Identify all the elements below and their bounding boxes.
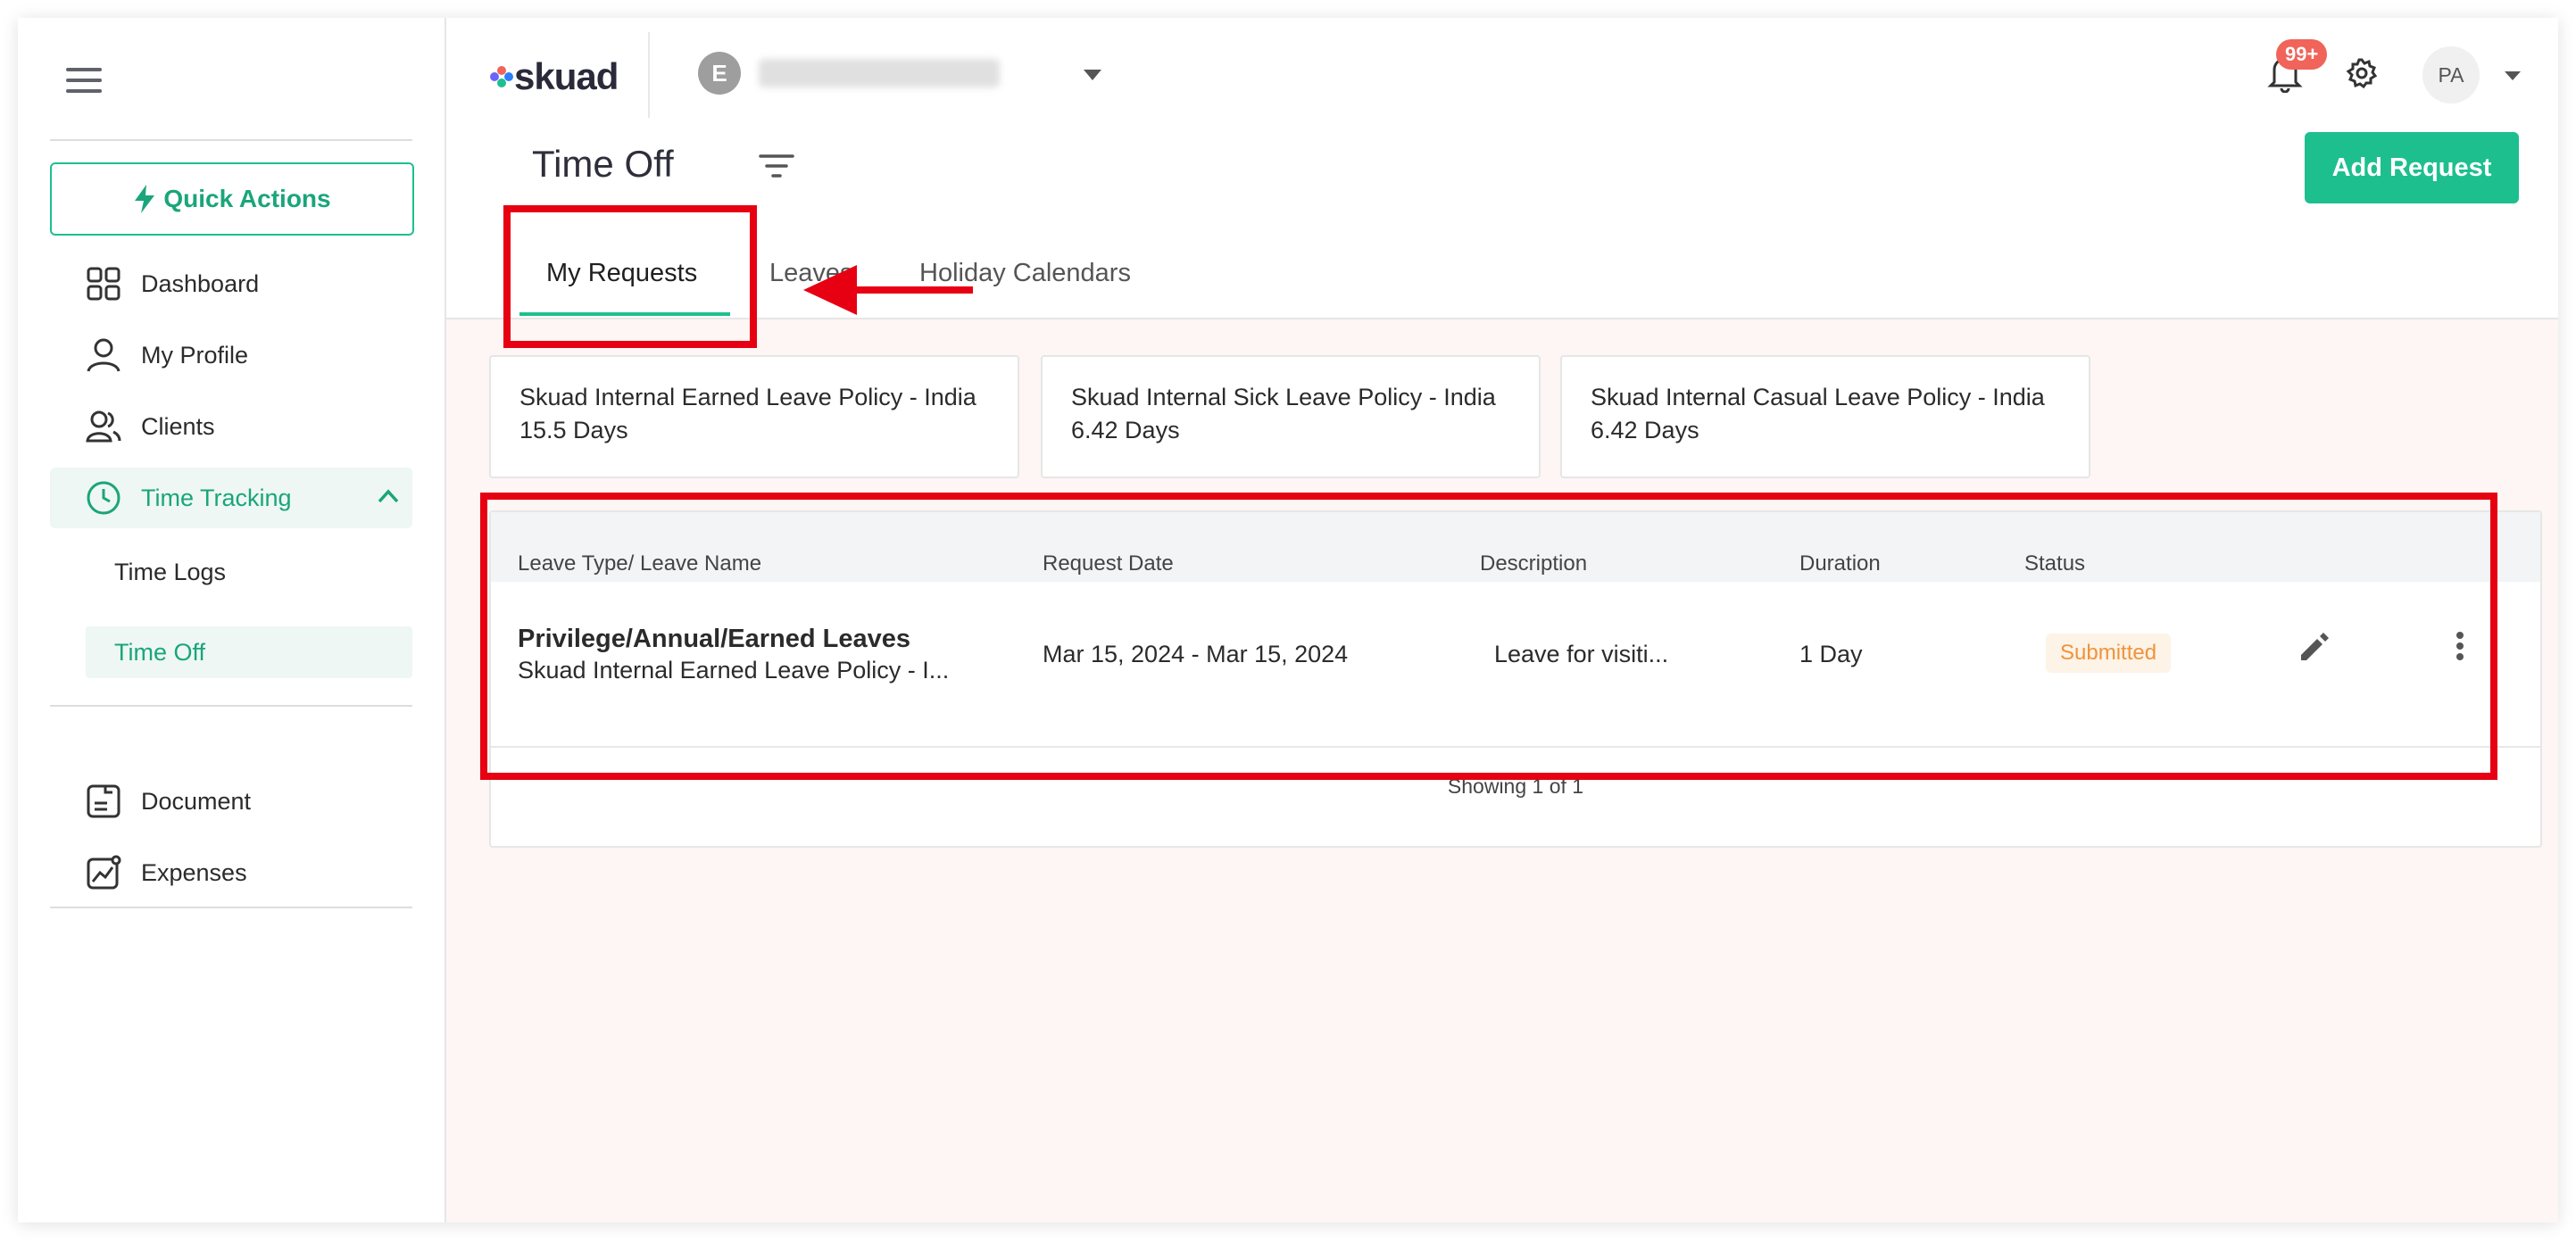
- policy-card-casual[interactable]: Skuad Internal Casual Leave Policy - Ind…: [1560, 355, 2090, 478]
- sidebar-subitem-label: Time Logs: [114, 558, 227, 585]
- more-options-icon[interactable]: [2455, 628, 2465, 664]
- sidebar-item-label: Time Tracking: [141, 484, 292, 511]
- sidebar-divider: [50, 139, 412, 141]
- sidebar-item-label: Clients: [141, 412, 215, 440]
- policy-days: 15.5 Days: [519, 417, 628, 443]
- policy-days: 6.42 Days: [1591, 417, 1699, 443]
- duration: 1 Day: [1799, 641, 1863, 667]
- sidebar-item-dashboard[interactable]: Dashboard: [50, 253, 412, 314]
- tab-my-requests[interactable]: My Requests: [546, 259, 697, 288]
- hamburger-menu-icon[interactable]: [66, 68, 102, 96]
- sidebar-item-label: Expenses: [141, 858, 247, 886]
- sidebar-item-my-profile[interactable]: My Profile: [50, 325, 412, 385]
- clock-icon: [84, 478, 123, 518]
- document-icon: [84, 782, 123, 821]
- active-tab-indicator: [519, 312, 730, 316]
- clients-icon: [84, 407, 123, 446]
- sidebar-divider: [50, 705, 412, 707]
- lightning-icon: [135, 185, 155, 213]
- pagination-summary: Showing 1 of 1: [1447, 775, 1584, 798]
- logo-text: skuad: [514, 55, 619, 97]
- requests-table: Leave Type/ Leave Name Request Date Desc…: [489, 510, 2542, 848]
- notification-count-badge: 99+: [2276, 39, 2328, 70]
- chevron-up-icon[interactable]: [377, 487, 400, 505]
- sidebar-subitem-label: Time Off: [114, 638, 206, 666]
- user-menu-caret-icon[interactable]: [2505, 71, 2521, 80]
- leave-type: Privilege/Annual/Earned Leaves: [518, 625, 911, 653]
- sidebar-divider: [50, 907, 412, 908]
- entity-avatar[interactable]: E: [698, 52, 741, 95]
- row-divider: [491, 746, 2540, 748]
- expenses-icon: [84, 853, 123, 892]
- sidebar-item-document[interactable]: Document: [50, 771, 412, 832]
- sidebar-item-label: My Profile: [141, 341, 249, 369]
- filter-icon[interactable]: [759, 153, 794, 180]
- entity-dropdown-caret-icon[interactable]: [1084, 70, 1101, 80]
- policy-name: Skuad Internal Earned Leave Policy - Ind…: [519, 384, 976, 410]
- sidebar-subitem-time-logs[interactable]: Time Logs: [86, 546, 412, 598]
- sidebar-item-expenses[interactable]: Expenses: [50, 842, 412, 903]
- skuad-logo[interactable]: skuad: [487, 55, 619, 98]
- sidebar-item-clients[interactable]: Clients: [50, 396, 412, 457]
- sidebar-subitem-time-off[interactable]: Time Off: [86, 626, 412, 678]
- add-request-button[interactable]: Add Request: [2305, 132, 2519, 203]
- policy-days: 6.42 Days: [1071, 417, 1180, 443]
- status-badge: Submitted: [2046, 634, 2172, 673]
- sidebar-item-label: Dashboard: [141, 269, 260, 297]
- edit-pencil-icon[interactable]: [2296, 628, 2331, 664]
- quick-actions-label: Quick Actions: [163, 185, 331, 212]
- column-header-status: Status: [2024, 551, 2086, 576]
- policy-name: Skuad Internal Casual Leave Policy - Ind…: [1591, 384, 2045, 410]
- request-date: Mar 15, 2024 - Mar 15, 2024: [1043, 641, 1349, 667]
- table-header: Leave Type/ Leave Name Request Date Desc…: [491, 512, 2540, 582]
- column-header-description: Description: [1480, 551, 1588, 576]
- column-header-request-date: Request Date: [1043, 551, 1174, 576]
- tab-holiday-calendars[interactable]: Holiday Calendars: [919, 259, 1131, 288]
- policy-card-sick[interactable]: Skuad Internal Sick Leave Policy - India…: [1041, 355, 1541, 478]
- profile-icon: [84, 336, 123, 375]
- header-divider: [648, 32, 650, 118]
- entity-name-redacted[interactable]: [759, 59, 1000, 87]
- app-window: Quick Actions Dashboard My Profile Clien…: [18, 18, 2558, 1222]
- sidebar-item-label: Document: [141, 787, 252, 815]
- quick-actions-button[interactable]: Quick Actions: [50, 162, 414, 236]
- column-header-duration: Duration: [1799, 551, 1881, 576]
- policy-name: Skuad Internal Sick Leave Policy - India: [1071, 384, 1496, 410]
- dashboard-icon: [84, 264, 123, 303]
- gear-icon[interactable]: [2346, 57, 2378, 89]
- sidebar: Quick Actions Dashboard My Profile Clien…: [18, 18, 446, 1222]
- column-header-leave-type: Leave Type/ Leave Name: [518, 551, 762, 576]
- logo-mark-icon: [490, 66, 513, 87]
- user-avatar[interactable]: PA: [2422, 46, 2480, 104]
- sidebar-item-time-tracking[interactable]: Time Tracking: [50, 468, 412, 528]
- description: Leave for visiti...: [1494, 641, 1669, 667]
- tab-leaves[interactable]: Leaves: [769, 259, 853, 288]
- page-title: Time Off: [532, 143, 674, 185]
- policy-card-earned[interactable]: Skuad Internal Earned Leave Policy - Ind…: [489, 355, 1019, 478]
- leave-name: Skuad Internal Earned Leave Policy - I..…: [518, 657, 950, 683]
